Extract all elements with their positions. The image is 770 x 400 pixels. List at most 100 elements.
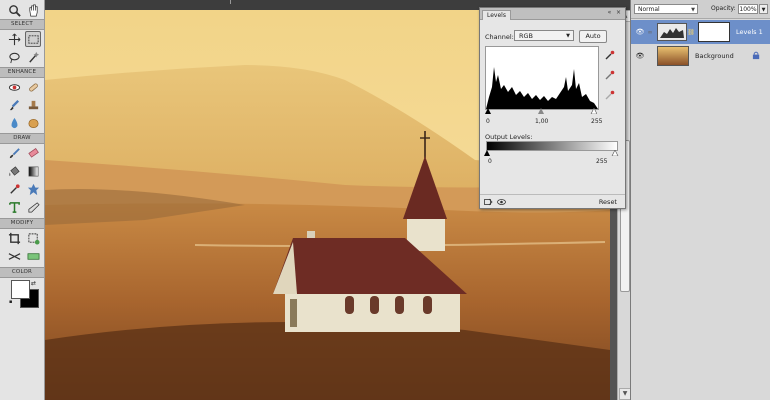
lasso-icon	[8, 52, 20, 63]
gradient-tool[interactable]	[25, 163, 41, 179]
sponge-icon	[27, 118, 39, 128]
pencil-tool[interactable]	[25, 199, 41, 215]
straighten-icon	[8, 252, 20, 260]
output-levels-label: Output Levels:	[485, 133, 533, 141]
channel-value: RGB	[519, 32, 534, 40]
blend-mode-value: Normal	[638, 6, 660, 13]
shape-icon	[27, 183, 39, 195]
move-content-icon	[27, 252, 39, 260]
tab-levels[interactable]: Levels	[482, 10, 511, 20]
crop-tool[interactable]	[6, 230, 22, 246]
gray-point-eyedropper-icon[interactable]	[604, 70, 615, 81]
eyedropper-icon	[9, 183, 20, 194]
input-black-value[interactable]: 0	[486, 118, 490, 125]
collapse-icon[interactable]: «	[606, 10, 613, 16]
link-icon: ∞	[647, 28, 653, 36]
healing-brush-tool[interactable]	[25, 79, 41, 95]
section-color: COLOR	[0, 267, 44, 278]
move-icon	[8, 33, 20, 45]
input-gamma-value[interactable]: 1,00	[535, 118, 548, 125]
white-point-eyedropper-icon[interactable]	[604, 90, 615, 101]
layer-mask-thumbnail[interactable]	[698, 22, 730, 42]
red-eye-tool[interactable]	[6, 79, 22, 95]
layer-row-levels[interactable]: 👁 ∞ ⛓ Levels 1	[631, 20, 770, 44]
type-tool[interactable]	[6, 199, 22, 215]
recompose-icon	[27, 232, 40, 245]
section-select: SELECT	[0, 19, 44, 30]
magic-wand-tool[interactable]	[25, 49, 41, 65]
auto-button[interactable]: Auto	[579, 30, 607, 43]
levels-adjustment-icon	[657, 23, 687, 41]
histogram	[485, 46, 599, 110]
brush-tool[interactable]	[6, 145, 22, 161]
move-tool[interactable]	[6, 31, 22, 47]
output-black-value[interactable]: 0	[488, 158, 492, 165]
layer-row-background[interactable]: 👁 Background	[631, 44, 770, 68]
crop-icon	[8, 232, 20, 244]
toolbox: SELECT ENHANCE DRAW MODIFY COLOR ⇄ ▪	[0, 0, 45, 400]
pencil-icon	[27, 201, 40, 213]
visibility-eye-icon[interactable]: 👁	[634, 52, 646, 60]
default-colors-icon[interactable]: ▪	[9, 299, 12, 305]
blur-tool[interactable]	[6, 115, 22, 131]
paint-bucket-tool[interactable]	[6, 163, 22, 179]
background-thumbnail	[657, 46, 689, 66]
visibility-eye-icon[interactable]: 👁	[634, 28, 646, 36]
content-aware-move-tool[interactable]	[25, 248, 41, 264]
levels-panel: Levels « × Channel: RGB ▼ Auto 0 1,00 25…	[479, 7, 626, 209]
hand-tool[interactable]	[25, 2, 41, 18]
type-icon	[8, 201, 20, 213]
drop-icon	[11, 117, 17, 128]
wand-icon	[28, 51, 39, 63]
mask-link-icon: ⛓	[687, 28, 695, 36]
black-point-eyedropper-icon[interactable]	[604, 50, 615, 61]
reset-button[interactable]: Reset	[599, 198, 617, 206]
close-icon[interactable]: ×	[615, 10, 622, 16]
lasso-tool[interactable]	[6, 49, 22, 65]
channel-select[interactable]: RGB ▼	[514, 30, 574, 41]
eyedropper-tool[interactable]	[6, 181, 22, 197]
visibility-eye-icon[interactable]	[497, 198, 506, 206]
opacity-input[interactable]: 100%	[738, 4, 758, 14]
sponge-tool[interactable]	[25, 115, 41, 131]
levels-bottom-bar: Reset	[480, 194, 625, 209]
input-white-value[interactable]: 255	[591, 118, 602, 125]
brush-icon	[9, 99, 19, 110]
levels-titlebar[interactable]: Levels « ×	[480, 8, 625, 20]
clone-stamp-tool[interactable]	[25, 97, 41, 113]
paintbrush-icon	[9, 147, 20, 158]
custom-shape-tool[interactable]	[25, 181, 41, 197]
hand-icon	[28, 4, 38, 16]
recompose-tool[interactable]	[25, 230, 41, 246]
opacity-dropdown-button[interactable]: ▼	[759, 4, 768, 14]
channel-label: Channel:	[485, 33, 514, 41]
marquee-tool[interactable]	[25, 31, 41, 47]
section-enhance: ENHANCE	[0, 67, 44, 78]
blend-mode-select[interactable]: Normal ▼	[634, 4, 698, 14]
input-levels-slider[interactable]	[485, 107, 598, 115]
output-levels-slider[interactable]	[484, 150, 620, 156]
divider	[230, 0, 231, 4]
gradient-icon	[28, 166, 38, 176]
lock-icon	[752, 51, 760, 60]
smart-brush-tool[interactable]	[6, 97, 22, 113]
black-input-handle	[485, 108, 491, 114]
section-draw: DRAW	[0, 133, 44, 144]
section-modify: MODIFY	[0, 218, 44, 229]
layers-options-row: Normal ▼ Opacity: 100% ▼	[631, 0, 770, 19]
chevron-down-icon: ▼	[566, 33, 570, 39]
layers-panel: Normal ▼ Opacity: 100% ▼ 👁 ∞ ⛓ Levels 1 …	[630, 0, 770, 400]
gray-input-handle	[538, 108, 544, 114]
zoom-tool[interactable]	[6, 2, 22, 18]
white-input-handle	[590, 107, 598, 115]
eraser-tool[interactable]	[25, 145, 41, 161]
output-white-value[interactable]: 255	[596, 158, 607, 165]
foreground-color-swatch[interactable]	[11, 280, 30, 299]
eraser-icon	[27, 147, 39, 158]
clip-to-layer-icon[interactable]	[484, 198, 493, 206]
bucket-icon	[8, 165, 20, 176]
straighten-tool[interactable]	[6, 248, 22, 264]
chevron-down-icon: ▼	[691, 7, 695, 13]
swap-colors-icon[interactable]: ⇄	[31, 280, 36, 287]
layer-name: Levels 1	[736, 28, 763, 36]
